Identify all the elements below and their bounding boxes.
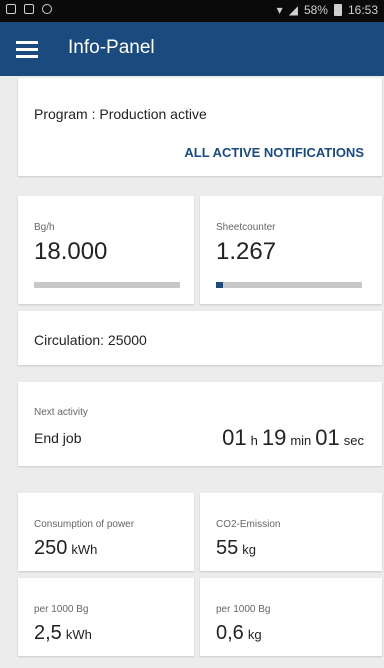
clock: 16:53: [347, 3, 378, 17]
battery-icon: [333, 4, 342, 16]
all-notifications-link[interactable]: ALL ACTIVE NOTIFICATIONS: [184, 145, 364, 160]
energy-unit: kg: [242, 542, 256, 557]
energy-number: 2,5: [34, 622, 62, 644]
metric-label: Bg/h: [34, 222, 55, 233]
energy-unit: kg: [247, 627, 262, 642]
sheetcounter-card: Sheetcounter 1.267: [200, 196, 382, 304]
countdown-timer: 01 h 19 min 01 sec: [222, 425, 368, 451]
signal-icon: ◢: [288, 3, 298, 17]
system-indicators: ▾ ◢ 58% 16:53: [277, 3, 378, 17]
circulation-card: Circulation: 25000: [18, 311, 382, 365]
battery-percent: 58%: [303, 3, 328, 17]
energy-label: CO2-Emission: [216, 519, 281, 530]
wifi-icon: ▾: [276, 3, 283, 17]
hamburger-menu-icon[interactable]: [16, 41, 38, 58]
seconds-unit: sec: [343, 433, 364, 448]
energy-label: per 1000 Bg: [34, 604, 89, 615]
energy-number: 55: [216, 537, 239, 559]
metric-value: 18.000: [34, 238, 108, 265]
program-card: Program : Production active ALL ACTIVE N…: [18, 78, 382, 176]
energy-label: Consumption of power: [34, 519, 135, 530]
progress-bar: [34, 282, 180, 288]
program-status: Program : Production active: [34, 106, 207, 122]
energy-value: 55 kg: [216, 537, 256, 560]
minutes-value: 19: [261, 425, 287, 450]
energy-value: 250 kWh: [34, 537, 97, 560]
notification-icons: [6, 4, 52, 14]
energy-unit: kWh: [65, 627, 92, 642]
co2-emission-card: CO2-Emission 55 kg: [200, 493, 382, 571]
co2-per-1000-card: per 1000 Bg 0,6 kg: [200, 578, 382, 656]
energy-number: 250: [34, 537, 68, 559]
energy-label: per 1000 Bg: [216, 604, 271, 615]
energy-value: 0,6 kg: [216, 622, 262, 645]
minutes-unit: min: [290, 433, 312, 448]
status-bar: ▾ ◢ 58% 16:53: [0, 0, 384, 22]
progress-fill: [216, 282, 224, 288]
power-consumption-card: Consumption of power 250 kWh: [18, 493, 194, 571]
next-activity-value: End job: [34, 430, 82, 446]
app-title: Info-Panel: [68, 37, 155, 58]
hours-unit: h: [250, 433, 258, 448]
next-activity-card: Next activity End job 01 h 19 min 01 sec: [18, 382, 382, 466]
energy-value: 2,5 kWh: [34, 622, 92, 645]
energy-number: 0,6: [216, 622, 244, 644]
bg-per-hour-card: Bg/h 18.000: [18, 196, 194, 304]
notification-icon: [6, 4, 16, 14]
energy-unit: kWh: [71, 542, 98, 557]
hours-value: 01: [222, 425, 247, 450]
gallery-icon: [24, 4, 34, 14]
app-bar: Info-Panel: [0, 22, 384, 76]
seconds-value: 01: [315, 425, 340, 450]
progress-bar: [216, 282, 362, 288]
metric-label: Sheetcounter: [216, 222, 276, 233]
power-per-1000-card: per 1000 Bg 2,5 kWh: [18, 578, 194, 656]
metric-value: 1.267: [216, 238, 277, 265]
sync-icon: [42, 4, 52, 14]
circulation-text: Circulation: 25000: [34, 332, 147, 348]
next-activity-label: Next activity: [34, 407, 88, 418]
